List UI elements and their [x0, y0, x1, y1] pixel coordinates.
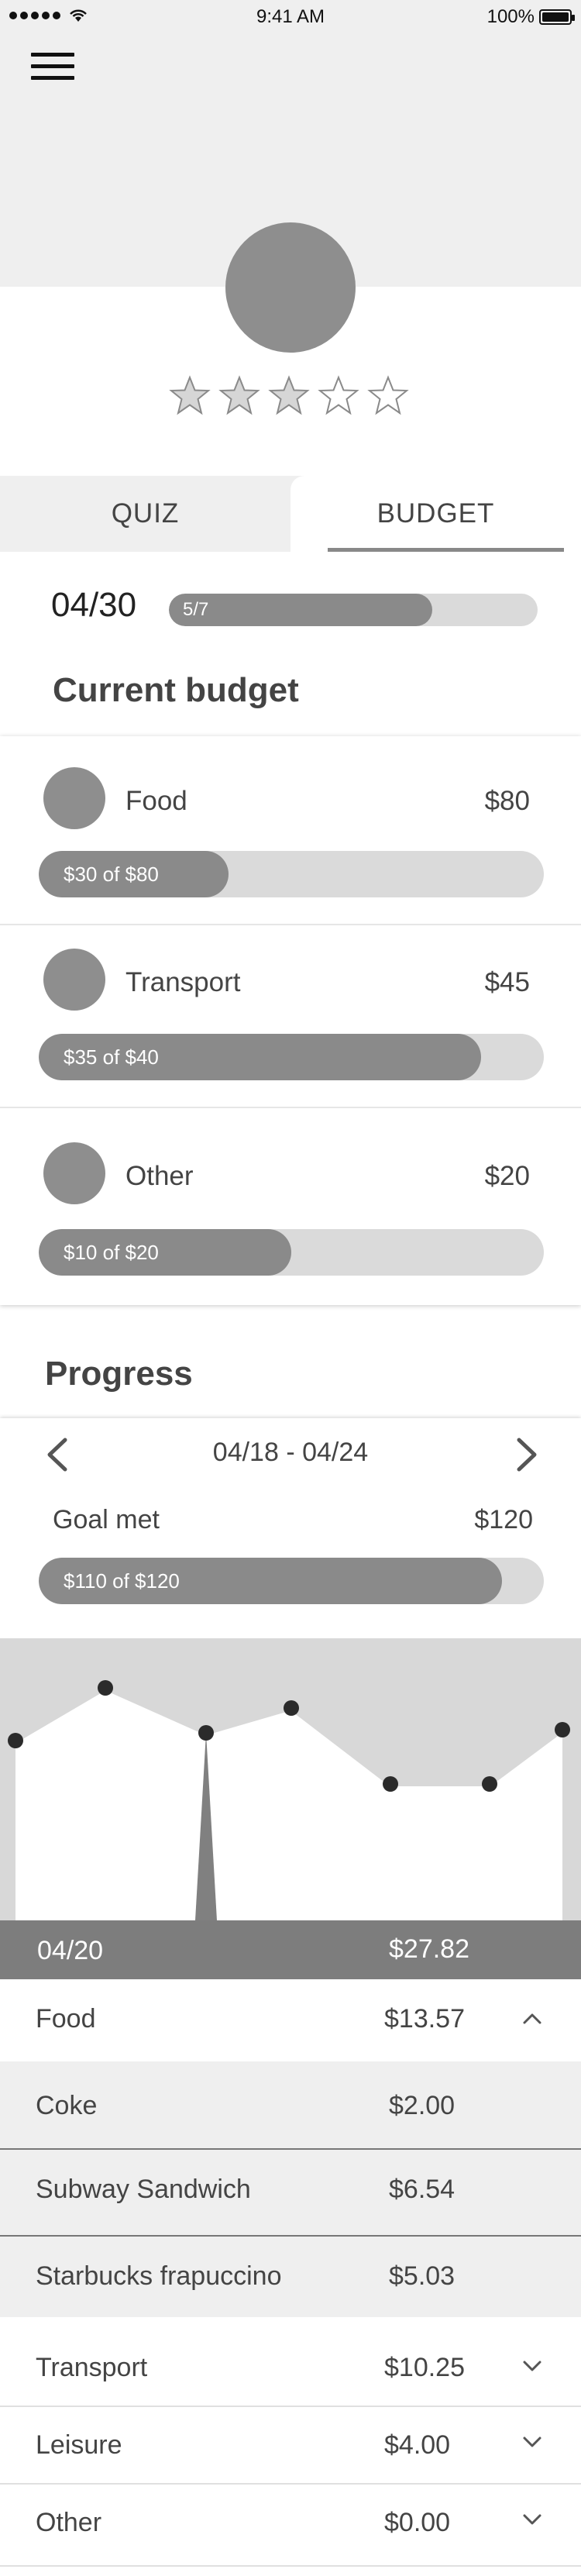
- category-icon: [43, 949, 105, 1011]
- budget-row-other[interactable]: Other $20 $10 of $20: [0, 1108, 581, 1305]
- selected-day-date: 04/20: [37, 1936, 104, 1965]
- budget-progress-label: $35 of $40: [64, 1045, 159, 1069]
- budget-category-amount: $20: [484, 1161, 530, 1191]
- active-tab-indicator: [328, 548, 564, 552]
- expense-category-amount: $4.00: [384, 2430, 451, 2460]
- day-progress-bar: 5/7: [169, 594, 538, 626]
- day-progress-label: 5/7: [183, 599, 209, 620]
- divider: [0, 2565, 581, 2567]
- tab-budget-label: BUDGET: [376, 498, 495, 529]
- star-filled-icon[interactable]: [268, 375, 310, 417]
- weekly-spending-chart[interactable]: [0, 1638, 581, 1920]
- budget-category-amount: $45: [484, 967, 530, 997]
- hamburger-menu-icon[interactable]: [31, 53, 74, 87]
- budget-row-transport[interactable]: Transport $45 $35 of $40: [0, 925, 581, 1108]
- budget-progress-label: $10 of $20: [64, 1240, 159, 1264]
- expense-category-name: Leisure: [36, 2430, 122, 2460]
- star-empty-icon[interactable]: [367, 375, 409, 417]
- expense-item-starbucks-frapuccino[interactable]: Starbucks frapuccino $5.03: [0, 2237, 581, 2317]
- expense-category-amount: $13.57: [384, 2004, 465, 2034]
- avatar[interactable]: [225, 222, 356, 353]
- star-filled-icon[interactable]: [169, 375, 211, 417]
- week-range: 04/18 - 04/24: [212, 1438, 369, 1467]
- star-filled-icon[interactable]: [218, 375, 260, 417]
- goal-label: Goal met: [53, 1505, 160, 1534]
- selected-day-total: $27.82: [389, 1934, 469, 1964]
- budget-progress-label: $30 of $80: [64, 862, 159, 886]
- battery-group: 100%: [486, 6, 575, 28]
- goal-amount: $120: [474, 1505, 533, 1534]
- current-budget-card: Food $80 $30 of $80 Transport $45 $35 of…: [0, 736, 581, 1305]
- expense-category-name: Transport: [36, 2353, 148, 2382]
- goal-progress-label: $110 of $120: [64, 1569, 180, 1593]
- tab-budget[interactable]: BUDGET: [290, 476, 581, 552]
- chart-point: [98, 1680, 113, 1696]
- expense-item-amount: $5.03: [389, 2261, 456, 2291]
- budget-category-name: Transport: [125, 967, 241, 997]
- category-icon: [43, 767, 105, 829]
- budget-progress-bar: $35 of $40: [39, 1034, 544, 1080]
- current-budget-heading: Current budget: [53, 671, 299, 709]
- tab-quiz[interactable]: QUIZ: [0, 476, 290, 552]
- selected-day-summary: 04/20 $27.82: [0, 1920, 581, 1979]
- expense-category-amount: $10.25: [384, 2353, 465, 2382]
- expense-category-amount: $0.00: [384, 2508, 451, 2537]
- budget-category-amount: $80: [484, 786, 530, 816]
- chart-point: [482, 1776, 497, 1792]
- expense-item-subway-sandwich[interactable]: Subway Sandwich $6.54: [0, 2150, 581, 2235]
- chevron-down-icon[interactable]: [521, 2430, 544, 2454]
- chart-point: [383, 1776, 398, 1792]
- star-rating[interactable]: [169, 375, 409, 417]
- star-empty-icon[interactable]: [318, 375, 359, 417]
- chart-point-selected: [198, 1725, 214, 1741]
- expense-item-name: Subway Sandwich: [36, 2175, 251, 2204]
- expense-category-leisure[interactable]: Leisure $4.00: [0, 2407, 581, 2481]
- category-icon: [43, 1142, 105, 1204]
- progress-heading: Progress: [45, 1355, 193, 1393]
- budget-category-name: Other: [125, 1161, 194, 1191]
- chevron-down-icon[interactable]: [521, 2508, 544, 2531]
- expense-category-food[interactable]: Food $13.57: [0, 1979, 581, 2061]
- chart-point: [555, 1722, 570, 1737]
- expense-item-amount: $6.54: [389, 2175, 456, 2204]
- expense-category-name: Food: [36, 2004, 96, 2034]
- status-bar: 9:41 AM 100%: [0, 0, 581, 34]
- expense-category-other[interactable]: Other $0.00: [0, 2485, 581, 2562]
- goal-progress-bar: $110 of $120: [39, 1558, 544, 1604]
- chevron-up-icon[interactable]: [521, 2007, 544, 2030]
- tab-bar: QUIZ BUDGET: [0, 476, 581, 552]
- chart-point: [8, 1733, 23, 1748]
- expense-category-name: Other: [36, 2508, 102, 2537]
- battery-percent: 100%: [486, 6, 535, 27]
- next-week-chevron-right-icon[interactable]: [511, 1435, 542, 1474]
- expense-item-name: Coke: [36, 2091, 98, 2120]
- budget-progress-bar: $10 of $20: [39, 1229, 544, 1276]
- battery-icon: [539, 9, 575, 25]
- chevron-down-icon[interactable]: [521, 2354, 544, 2378]
- expense-item-name: Starbucks frapuccino: [36, 2261, 282, 2291]
- current-date: 04/30: [51, 586, 137, 624]
- expense-category-transport[interactable]: Transport $10.25: [0, 2323, 581, 2401]
- budget-category-name: Food: [125, 786, 187, 816]
- budget-row-food[interactable]: Food $80 $30 of $80: [0, 736, 581, 925]
- budget-progress-bar: $30 of $80: [39, 851, 544, 897]
- expense-item-coke[interactable]: Coke $2.00: [0, 2061, 581, 2148]
- expense-item-amount: $2.00: [389, 2091, 456, 2120]
- chart-point: [284, 1700, 299, 1716]
